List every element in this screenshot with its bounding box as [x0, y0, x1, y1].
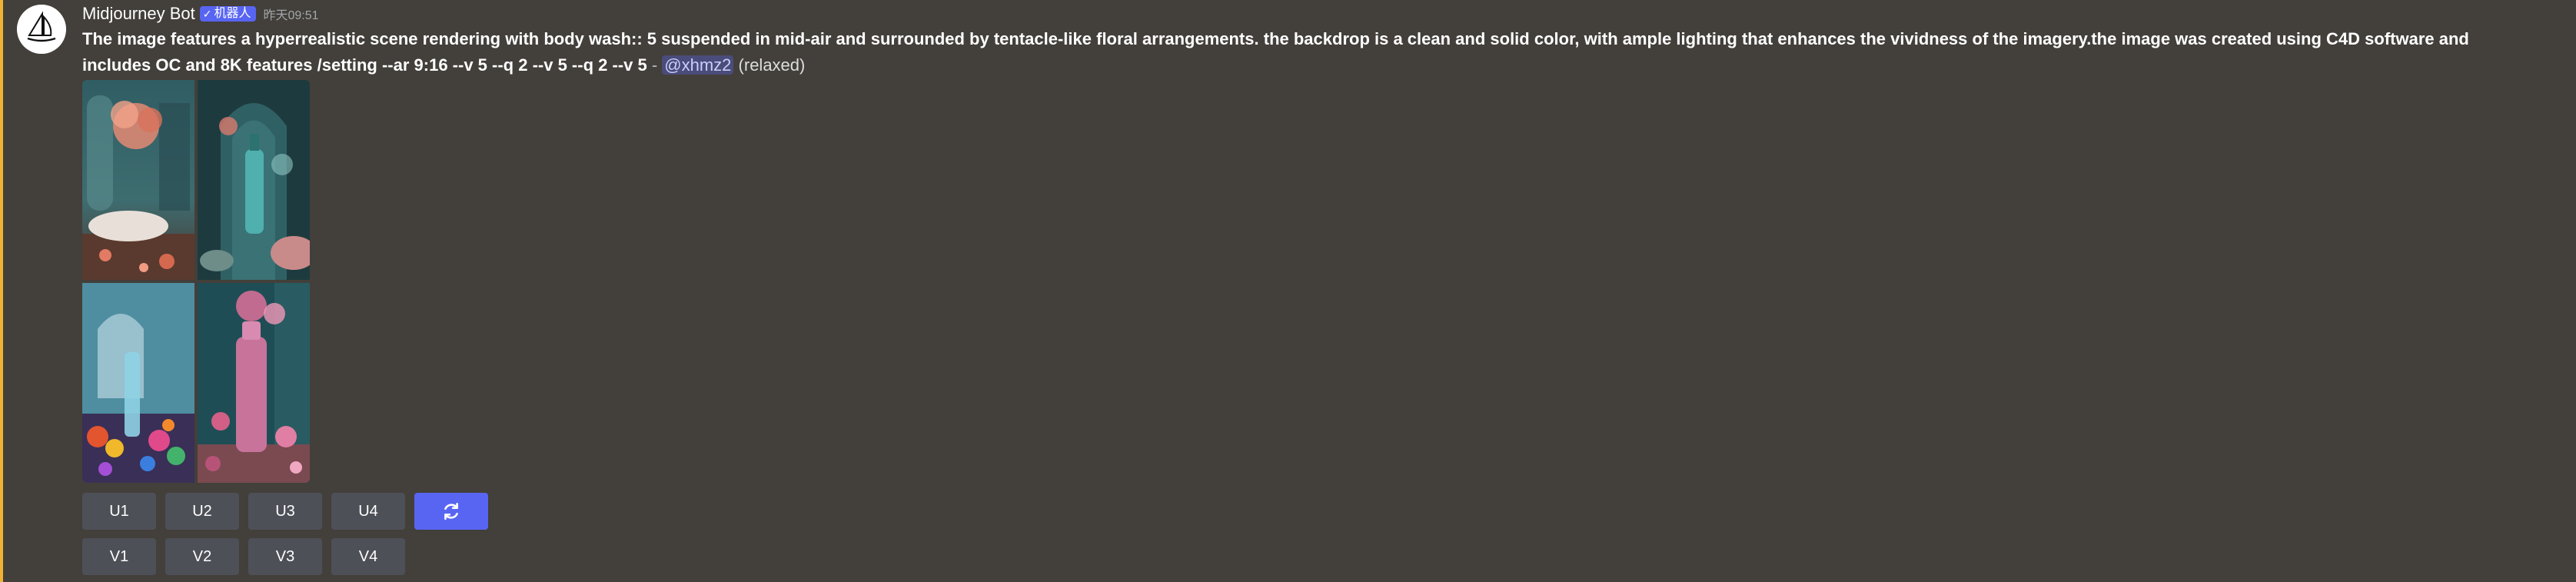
grid-image-3[interactable] [82, 283, 194, 483]
refresh-icon [444, 502, 458, 520]
user-mention[interactable]: @xhmz2 [662, 55, 734, 75]
v1-button[interactable]: V1 [82, 538, 156, 575]
u4-button[interactable]: U4 [331, 493, 405, 530]
prompt-text: The image features a hyperrealistic scen… [82, 29, 2469, 75]
reroll-button[interactable] [414, 493, 488, 530]
v4-button[interactable]: V4 [331, 538, 405, 575]
sailboat-icon [17, 5, 66, 54]
username[interactable]: Midjourney Bot [82, 4, 195, 24]
check-icon: ✓ [202, 8, 212, 20]
u3-button[interactable]: U3 [248, 493, 322, 530]
message-content: The image features a hyperrealistic scen… [82, 26, 2542, 78]
bot-avatar[interactable] [17, 5, 66, 54]
mode-status: (relaxed) [738, 55, 806, 75]
bot-badge-label: 机器人 [214, 7, 251, 20]
u1-button[interactable]: U1 [82, 493, 156, 530]
upscale-button-row: U1 U2 U3 U4 [82, 493, 488, 530]
grid-image-2[interactable] [198, 80, 310, 280]
grid-image-4[interactable] [198, 283, 310, 483]
grid-image-1[interactable] [82, 80, 194, 280]
v2-button[interactable]: V2 [165, 538, 239, 575]
timestamp: 昨天09:51 [263, 9, 319, 22]
highlight-bar [0, 0, 3, 582]
bot-badge: ✓ 机器人 [199, 6, 256, 22]
v3-button[interactable]: V3 [248, 538, 322, 575]
u2-button[interactable]: U2 [165, 493, 239, 530]
image-grid[interactable] [82, 80, 310, 483]
variation-button-row: V1 V2 V3 V4 [82, 538, 405, 575]
separator: - [646, 55, 663, 75]
message-header: Midjourney Bot ✓ 机器人 昨天09:51 [82, 2, 319, 26]
